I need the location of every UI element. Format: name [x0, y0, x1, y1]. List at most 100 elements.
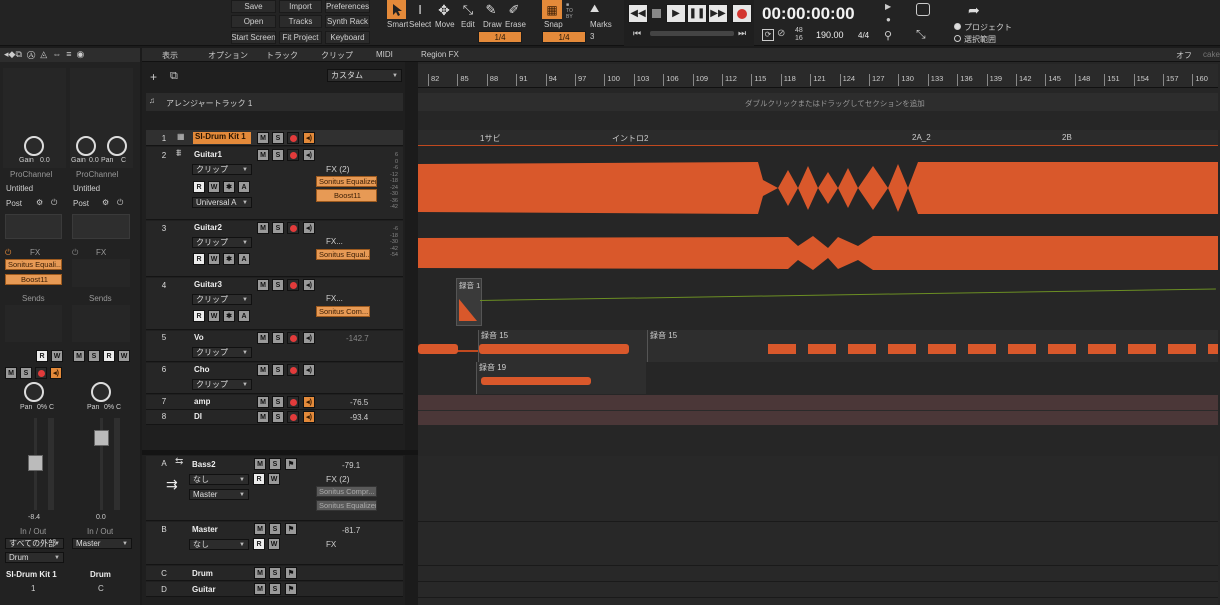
track-8-name[interactable]: DI — [194, 412, 202, 421]
strip1-write[interactable]: W — [51, 350, 63, 362]
track-preset-select[interactable]: カスタム — [327, 69, 402, 82]
metronome-icon[interactable]: ⊘ — [777, 28, 785, 39]
strip1-fx-power-icon[interactable]: ⏻ — [5, 248, 11, 258]
track-8-monitor[interactable]: ◂) — [303, 411, 315, 423]
track-7-record[interactable] — [287, 396, 299, 408]
track-7-mute[interactable]: M — [257, 396, 269, 408]
track-4-auto[interactable]: A — [238, 310, 250, 322]
loop-play-icon[interactable]: ▶ — [885, 2, 891, 11]
track-6-record[interactable] — [287, 364, 299, 376]
track-2-record[interactable] — [287, 149, 299, 161]
track-2-fx-2[interactable]: Boost11 — [316, 189, 377, 202]
track-2-auto[interactable]: A — [238, 181, 250, 193]
bus-a-solo[interactable]: S — [269, 458, 281, 470]
bus-b-write[interactable]: W — [268, 538, 280, 550]
track-4-monitor[interactable]: ◂) — [303, 279, 315, 291]
stop-button[interactable] — [652, 9, 661, 18]
bus-lanes[interactable] — [418, 456, 1218, 605]
track-3-auto[interactable]: A — [238, 253, 250, 265]
play-button[interactable]: ▶ — [666, 4, 686, 23]
track-4-mute[interactable]: M — [257, 279, 269, 291]
track-2-solo[interactable]: S — [272, 149, 284, 161]
snap-options-icon[interactable]: ■ TO BY — [566, 2, 576, 20]
amp-lane[interactable] — [418, 395, 1218, 410]
track-1-solo[interactable]: S — [272, 132, 284, 144]
fast-forward-button[interactable]: ▶▶ — [708, 4, 728, 23]
section-marker-3[interactable]: 2A_2 — [912, 133, 931, 142]
menu-region-fx[interactable]: Region FX — [421, 50, 459, 61]
track-8-mute[interactable]: M — [257, 411, 269, 423]
strip1-fx-2[interactable]: Boost11 — [5, 274, 62, 285]
menu-track[interactable]: トラック — [266, 50, 298, 61]
track-7-name[interactable]: amp — [194, 397, 210, 406]
bus-a-write[interactable]: W — [268, 473, 280, 485]
strip1-mute[interactable]: M — [5, 367, 17, 379]
select-tool[interactable]: I — [413, 2, 427, 18]
track-7-volume[interactable]: -76.5 — [350, 398, 368, 407]
inspector-icons[interactable]: ◂◆⧉ Ⓐ ◬ ⇔ ≡ ◉ — [4, 49, 84, 60]
bus-d-solo[interactable]: S — [269, 583, 281, 595]
bus-a-read[interactable]: R — [253, 473, 265, 485]
open-button[interactable]: Open — [231, 15, 276, 28]
section-marker-2[interactable]: イントロ2 — [612, 133, 648, 143]
smart-tool[interactable] — [387, 0, 406, 19]
strip1-gain-knob[interactable] — [24, 136, 44, 156]
bus-b-mode[interactable]: なし — [189, 539, 249, 550]
strip2-eq-graph[interactable] — [72, 214, 130, 239]
strip1-input[interactable]: すべての外部 — [5, 538, 64, 549]
guitar1-clip[interactable] — [418, 158, 1218, 218]
bus-b-fx-label[interactable]: FX — [326, 540, 336, 549]
track-5-mode[interactable]: クリップ — [192, 347, 252, 358]
track-6-mode[interactable]: クリップ — [192, 379, 252, 390]
bus-a-name[interactable]: Bass2 — [192, 460, 216, 469]
track-7-solo[interactable]: S — [272, 396, 284, 408]
track-5-solo[interactable]: S — [272, 332, 284, 344]
section-marker-1[interactable]: 1サビ — [480, 133, 500, 143]
track-3-monitor[interactable]: ◂) — [303, 222, 315, 234]
record-button[interactable] — [732, 4, 752, 23]
track-4-mode[interactable]: クリップ — [192, 294, 252, 305]
menu-clip[interactable]: クリップ — [321, 50, 353, 61]
strip2-pan-small-knob[interactable] — [107, 136, 127, 156]
track-3-mode[interactable]: クリップ — [192, 237, 252, 248]
bus-d-flag[interactable]: ⚑ — [285, 583, 297, 595]
meter-display[interactable]: 4/4 — [858, 31, 869, 40]
track-2-read[interactable]: R — [193, 181, 205, 193]
snap-resolution[interactable]: 1/4 — [542, 31, 586, 43]
track-4-name[interactable]: Guitar3 — [194, 280, 222, 289]
track-3-mute[interactable]: M — [257, 222, 269, 234]
strip1-fx-1[interactable]: Sonitus Equali... — [5, 259, 62, 270]
bus-a-flag[interactable]: ⚑ — [285, 458, 297, 470]
track-1-mute[interactable]: M — [257, 132, 269, 144]
edit-tool[interactable]: ⤡ — [460, 2, 476, 18]
go-to-end-icon[interactable]: ⏭ — [738, 28, 746, 39]
track-8-record[interactable] — [287, 411, 299, 423]
strip2-power-icon[interactable]: ⏻ — [117, 198, 123, 208]
strip2-preset[interactable]: Untitled — [73, 184, 100, 193]
track-4-write[interactable]: W — [208, 310, 220, 322]
track-4-fx-1[interactable]: Sonitus Com... — [316, 306, 370, 317]
strip2-read[interactable]: R — [103, 350, 115, 362]
tracks-button[interactable]: Tracks — [279, 15, 322, 28]
strip2-fader-cap[interactable] — [94, 430, 109, 446]
track-2-mode[interactable]: クリップ — [192, 164, 252, 175]
time-display[interactable]: 00:00:00:00 — [762, 4, 855, 24]
bus-a-volume[interactable]: -79.1 — [342, 461, 360, 470]
track-4-solo[interactable]: S — [272, 279, 284, 291]
bus-a-output[interactable]: Master — [189, 489, 249, 500]
loop-icon[interactable] — [916, 3, 930, 16]
snap-toggle[interactable]: ▦ — [542, 0, 562, 19]
track-5-monitor[interactable]: ◂) — [303, 332, 315, 344]
track-1-record[interactable] — [287, 132, 299, 144]
sync-icon[interactable]: ⟳ — [762, 29, 774, 41]
track-5-mute[interactable]: M — [257, 332, 269, 344]
track-5-volume[interactable]: -142.7 — [346, 334, 369, 343]
rewind-button[interactable]: ◀◀ — [628, 4, 648, 23]
bus-c-name[interactable]: Drum — [192, 569, 213, 578]
punch-icon[interactable]: ⚲ — [884, 29, 892, 42]
menu-options[interactable]: オプション — [208, 50, 248, 61]
vo-clip-1[interactable]: 録音 15 — [478, 330, 647, 362]
strip1-monitor[interactable]: ◂) — [50, 367, 62, 379]
bus-a-fx-1[interactable]: Sonitus Compr... — [316, 486, 377, 497]
go-to-start-icon[interactable]: ⏮ — [633, 28, 641, 39]
